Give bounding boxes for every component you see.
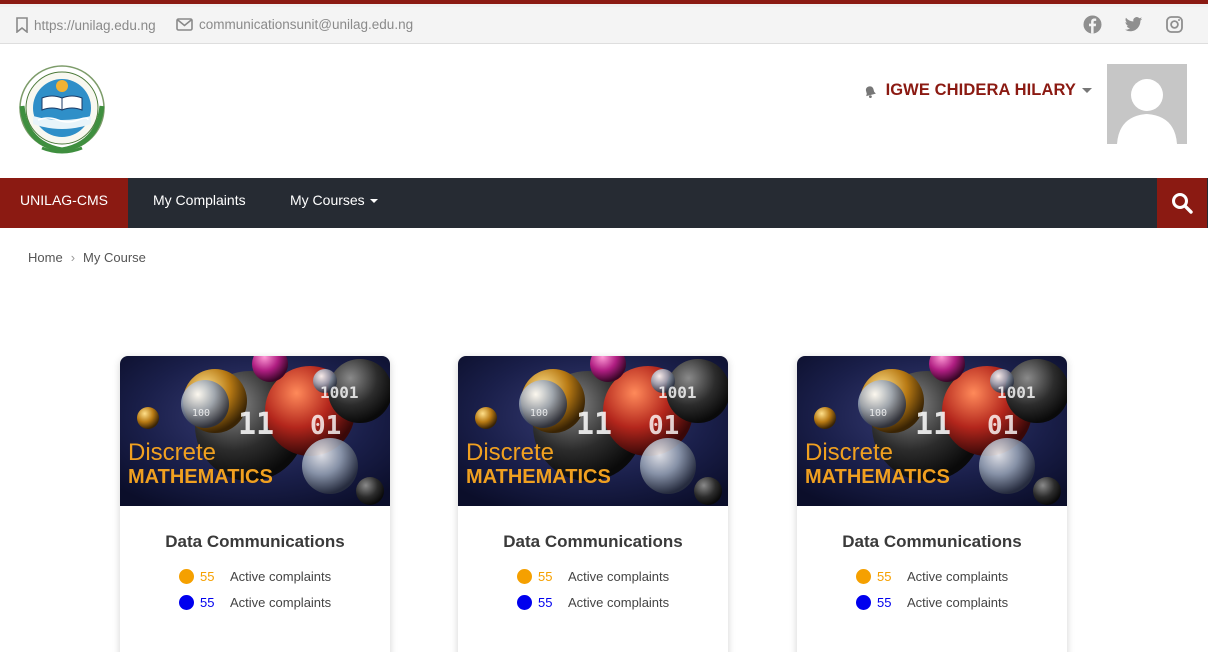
status-dot-icon	[179, 569, 194, 584]
complaint-count: 55	[200, 569, 215, 584]
email-link[interactable]: communicationsunit@unilag.edu.ng	[176, 17, 413, 32]
course-banner-image: 11 1001 01 100 Discrete MATHEMATICS	[120, 356, 390, 506]
breadcrumb-current: My Course	[83, 250, 146, 265]
svg-text:11: 11	[576, 407, 612, 442]
status-dot-icon	[517, 595, 532, 610]
complaint-stat: 55 Active complaints	[856, 595, 1008, 610]
course-title[interactable]: Data Communications	[797, 532, 1067, 552]
complaint-count: 55	[877, 569, 892, 584]
banner-title-line2: MATHEMATICS	[128, 466, 273, 488]
website-link[interactable]: https://unilag.edu.ng	[16, 17, 156, 33]
complaint-label: Active complaints	[907, 595, 1009, 610]
chevron-down-icon[interactable]	[1082, 88, 1092, 93]
svg-text:1001: 1001	[658, 383, 697, 402]
status-dot-icon	[856, 595, 871, 610]
search-icon	[1172, 193, 1193, 214]
complaint-label: Active complaints	[568, 569, 670, 584]
banner-title-line1: Discrete	[466, 439, 554, 466]
university-logo[interactable]	[18, 64, 108, 154]
status-dot-icon	[517, 569, 532, 584]
site-header: IGWE CHIDERA HILARY	[0, 44, 1208, 178]
svg-text:11: 11	[915, 407, 951, 442]
facebook-icon[interactable]	[1083, 15, 1102, 34]
complaint-count: 55	[538, 569, 553, 584]
email-text: communicationsunit@unilag.edu.ng	[199, 17, 414, 32]
course-card[interactable]: 11 1001 01 100 Discrete MATHEMATICS Data…	[797, 356, 1067, 652]
breadcrumb-home[interactable]: Home	[28, 250, 63, 265]
complaint-stat: 55 Active complaints	[179, 569, 331, 584]
chevron-right-icon: ›	[70, 250, 76, 265]
nav-my-courses[interactable]: My Courses	[290, 178, 378, 228]
bell-icon[interactable]	[862, 83, 878, 99]
envelope-icon	[176, 18, 193, 31]
course-banner-image: 11 1001 01 100 Discrete MATHEMATICS	[458, 356, 728, 506]
breadcrumb: Home › My Course	[28, 250, 146, 265]
svg-text:11: 11	[238, 407, 274, 442]
instagram-icon[interactable]	[1165, 15, 1184, 34]
svg-text:1001: 1001	[320, 383, 359, 402]
banner-title-line2: MATHEMATICS	[466, 466, 611, 488]
complaint-count: 55	[538, 595, 553, 610]
social-links	[1083, 15, 1184, 34]
course-title[interactable]: Data Communications	[120, 532, 390, 552]
svg-text:100: 100	[530, 408, 548, 419]
nav-brand[interactable]: UNILAG-CMS	[0, 178, 128, 228]
complaint-label: Active complaints	[230, 569, 332, 584]
nav-my-courses-label: My Courses	[290, 192, 365, 208]
course-card[interactable]: 11 1001 01 100 Discrete MATHEMATICS Data…	[120, 356, 390, 652]
main-navbar: UNILAG-CMS My Complaints My Courses	[0, 178, 1208, 228]
website-text: https://unilag.edu.ng	[34, 17, 156, 33]
nav-my-complaints[interactable]: My Complaints	[153, 178, 246, 228]
complaint-label: Active complaints	[907, 569, 1009, 584]
complaint-stat: 55 Active complaints	[179, 595, 331, 610]
complaint-count: 55	[200, 595, 215, 610]
banner-title-line1: Discrete	[805, 439, 893, 466]
user-name[interactable]: IGWE CHIDERA HILARY	[886, 81, 1076, 100]
banner-title-line2: MATHEMATICS	[805, 466, 950, 488]
top-info-bar: https://unilag.edu.ng communicationsunit…	[0, 7, 1208, 44]
svg-text:01: 01	[310, 411, 341, 441]
svg-text:1001: 1001	[997, 383, 1036, 402]
banner-title-line1: Discrete	[128, 439, 216, 466]
status-dot-icon	[856, 569, 871, 584]
search-button[interactable]	[1157, 178, 1207, 228]
complaint-label: Active complaints	[568, 595, 670, 610]
chevron-down-icon	[369, 199, 378, 204]
top-accent-bar	[0, 0, 1208, 7]
complaint-stat: 55 Active complaints	[517, 569, 669, 584]
complaint-count: 55	[877, 595, 892, 610]
svg-text:100: 100	[192, 408, 210, 419]
user-menu[interactable]: IGWE CHIDERA HILARY	[862, 81, 1092, 100]
course-card[interactable]: 11 1001 01 100 Discrete MATHEMATICS Data…	[458, 356, 728, 652]
complaint-label: Active complaints	[230, 595, 332, 610]
svg-text:01: 01	[987, 411, 1018, 441]
status-dot-icon	[179, 595, 194, 610]
course-title[interactable]: Data Communications	[458, 532, 728, 552]
complaint-stat: 55 Active complaints	[856, 569, 1008, 584]
course-banner-image: 11 1001 01 100 Discrete MATHEMATICS	[797, 356, 1067, 506]
twitter-icon[interactable]	[1124, 15, 1143, 34]
complaint-stat: 55 Active complaints	[517, 595, 669, 610]
bookmark-icon	[16, 17, 28, 33]
svg-text:100: 100	[869, 408, 887, 419]
avatar[interactable]	[1107, 64, 1187, 144]
svg-text:01: 01	[648, 411, 679, 441]
